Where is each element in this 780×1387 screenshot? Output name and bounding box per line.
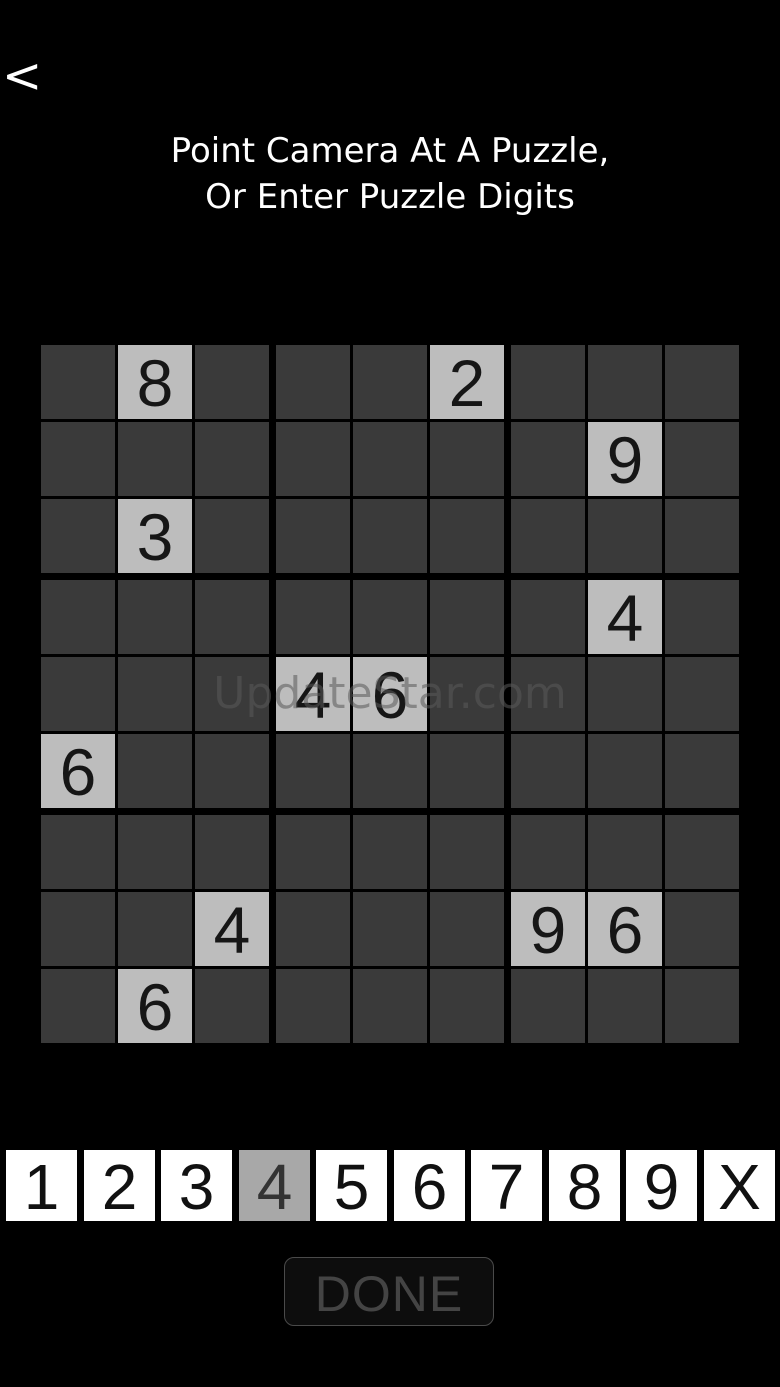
sudoku-cell-r8-c2[interactable]: [118, 892, 192, 966]
sudoku-cell-r1-c1[interactable]: [41, 345, 115, 419]
sudoku-cell-r7-c3[interactable]: [195, 815, 269, 889]
sudoku-cell-r8-c7[interactable]: 9: [511, 892, 585, 967]
sudoku-cell-r7-c9[interactable]: [665, 815, 739, 889]
sudoku-cell-r6-c2[interactable]: [118, 734, 192, 808]
pad-key-3[interactable]: 3: [161, 1150, 232, 1223]
sudoku-cell-r9-c7[interactable]: [511, 969, 585, 1043]
pad-key-clear[interactable]: X: [704, 1150, 775, 1223]
sudoku-cell-r3-c4[interactable]: [276, 499, 350, 573]
done-button[interactable]: DONE: [284, 1257, 494, 1326]
sudoku-cell-r1-c3[interactable]: [195, 345, 269, 419]
sudoku-cell-r4-c8[interactable]: 4: [588, 580, 662, 655]
sudoku-cell-r7-c7[interactable]: [511, 815, 585, 889]
sudoku-cell-r5-c8[interactable]: [588, 657, 662, 731]
sudoku-board: 829344664966: [41, 345, 739, 1044]
sudoku-cell-r1-c7[interactable]: [511, 345, 585, 419]
sudoku-cell-r1-c9[interactable]: [665, 345, 739, 419]
sudoku-cell-r6-c9[interactable]: [665, 734, 739, 808]
sudoku-cell-r4-c2[interactable]: [118, 580, 192, 654]
sudoku-cell-r1-c4[interactable]: [276, 345, 350, 419]
sudoku-cell-r4-c5[interactable]: [353, 580, 427, 654]
pad-key-9[interactable]: 9: [626, 1150, 697, 1223]
sudoku-cell-r8-c6[interactable]: [430, 892, 504, 966]
pad-key-1[interactable]: 1: [6, 1150, 77, 1223]
back-button[interactable]: <: [2, 48, 46, 104]
sudoku-cell-r1-c5[interactable]: [353, 345, 427, 419]
sudoku-cell-r9-c4[interactable]: [276, 969, 350, 1043]
sudoku-cell-r5-c2[interactable]: [118, 657, 192, 731]
sudoku-cell-r2-c3[interactable]: [195, 422, 269, 496]
sudoku-cell-r2-c5[interactable]: [353, 422, 427, 496]
sudoku-cell-r7-c6[interactable]: [430, 815, 504, 889]
pad-key-4[interactable]: 4: [239, 1150, 310, 1223]
sudoku-cell-r2-c4[interactable]: [276, 422, 350, 496]
sudoku-cell-r3-c1[interactable]: [41, 499, 115, 573]
sudoku-cell-r7-c5[interactable]: [353, 815, 427, 889]
sudoku-cell-r8-c8[interactable]: 6: [588, 892, 662, 967]
pad-key-8[interactable]: 8: [549, 1150, 620, 1223]
sudoku-cell-r7-c8[interactable]: [588, 815, 662, 889]
sudoku-cell-r9-c8[interactable]: [588, 969, 662, 1043]
sudoku-cell-r4-c9[interactable]: [665, 580, 739, 654]
pad-key-7[interactable]: 7: [471, 1150, 542, 1223]
sudoku-cell-r9-c9[interactable]: [665, 969, 739, 1043]
sudoku-cell-r4-c1[interactable]: [41, 580, 115, 654]
pad-key-6[interactable]: 6: [394, 1150, 465, 1223]
sudoku-cell-r9-c1[interactable]: [41, 969, 115, 1043]
sudoku-cell-r6-c3[interactable]: [195, 734, 269, 808]
sudoku-cell-r6-c8[interactable]: [588, 734, 662, 808]
sudoku-cell-r6-c5[interactable]: [353, 734, 427, 808]
sudoku-cell-r5-c1[interactable]: [41, 657, 115, 731]
sudoku-cell-r9-c2[interactable]: 6: [118, 969, 192, 1044]
sudoku-cell-r9-c3[interactable]: [195, 969, 269, 1043]
sudoku-cell-r1-c8[interactable]: [588, 345, 662, 419]
sudoku-cell-r7-c2[interactable]: [118, 815, 192, 889]
sudoku-cell-r4-c3[interactable]: [195, 580, 269, 654]
sudoku-cell-r8-c5[interactable]: [353, 892, 427, 966]
sudoku-cell-r2-c9[interactable]: [665, 422, 739, 496]
sudoku-cell-r6-c1[interactable]: 6: [41, 734, 115, 809]
sudoku-cell-r3-c9[interactable]: [665, 499, 739, 573]
sudoku-cell-r7-c4[interactable]: [276, 815, 350, 889]
sudoku-cell-r1-c6[interactable]: 2: [430, 345, 504, 420]
sudoku-cell-r9-c6[interactable]: [430, 969, 504, 1043]
sudoku-cell-r2-c8[interactable]: 9: [588, 422, 662, 497]
sudoku-cell-r6-c6[interactable]: [430, 734, 504, 808]
sudoku-cell-r5-c9[interactable]: [665, 657, 739, 731]
sudoku-cell-r5-c3[interactable]: [195, 657, 269, 731]
sudoku-cell-r3-c6[interactable]: [430, 499, 504, 573]
sudoku-cell-r5-c4[interactable]: 4: [276, 657, 350, 732]
sudoku-cell-r2-c7[interactable]: [511, 422, 585, 496]
sudoku-cell-r8-c1[interactable]: [41, 892, 115, 966]
sudoku-cell-r2-c1[interactable]: [41, 422, 115, 496]
sudoku-cell-r9-c5[interactable]: [353, 969, 427, 1043]
sudoku-cell-r2-c2[interactable]: [118, 422, 192, 496]
pad-key-2[interactable]: 2: [84, 1150, 155, 1223]
sudoku-cell-r3-c8[interactable]: [588, 499, 662, 573]
sudoku-cell-r4-c4[interactable]: [276, 580, 350, 654]
sudoku-cell-r3-c7[interactable]: [511, 499, 585, 573]
sudoku-cell-r2-c6[interactable]: [430, 422, 504, 496]
instructions-text: Point Camera At A Puzzle, Or Enter Puzzl…: [0, 128, 780, 220]
sudoku-cell-r5-c5[interactable]: 6: [353, 657, 427, 732]
sudoku-cell-r5-c6[interactable]: [430, 657, 504, 731]
sudoku-cell-r3-c5[interactable]: [353, 499, 427, 573]
sudoku-cell-r8-c3[interactable]: 4: [195, 892, 269, 967]
instructions-line-2: Or Enter Puzzle Digits: [205, 177, 575, 217]
sudoku-cell-r8-c9[interactable]: [665, 892, 739, 966]
sudoku-cell-r7-c1[interactable]: [41, 815, 115, 889]
number-pad: 123456789X: [6, 1150, 775, 1223]
sudoku-cell-r4-c6[interactable]: [430, 580, 504, 654]
sudoku-cell-r3-c2[interactable]: 3: [118, 499, 192, 574]
pad-key-5[interactable]: 5: [316, 1150, 387, 1223]
sudoku-cell-r6-c4[interactable]: [276, 734, 350, 808]
sudoku-cell-r5-c7[interactable]: [511, 657, 585, 731]
sudoku-cell-r8-c4[interactable]: [276, 892, 350, 966]
sudoku-cell-r4-c7[interactable]: [511, 580, 585, 654]
instructions-line-1: Point Camera At A Puzzle,: [170, 131, 610, 171]
sudoku-cell-r1-c2[interactable]: 8: [118, 345, 192, 420]
sudoku-cell-r6-c7[interactable]: [511, 734, 585, 808]
sudoku-cell-r3-c3[interactable]: [195, 499, 269, 573]
